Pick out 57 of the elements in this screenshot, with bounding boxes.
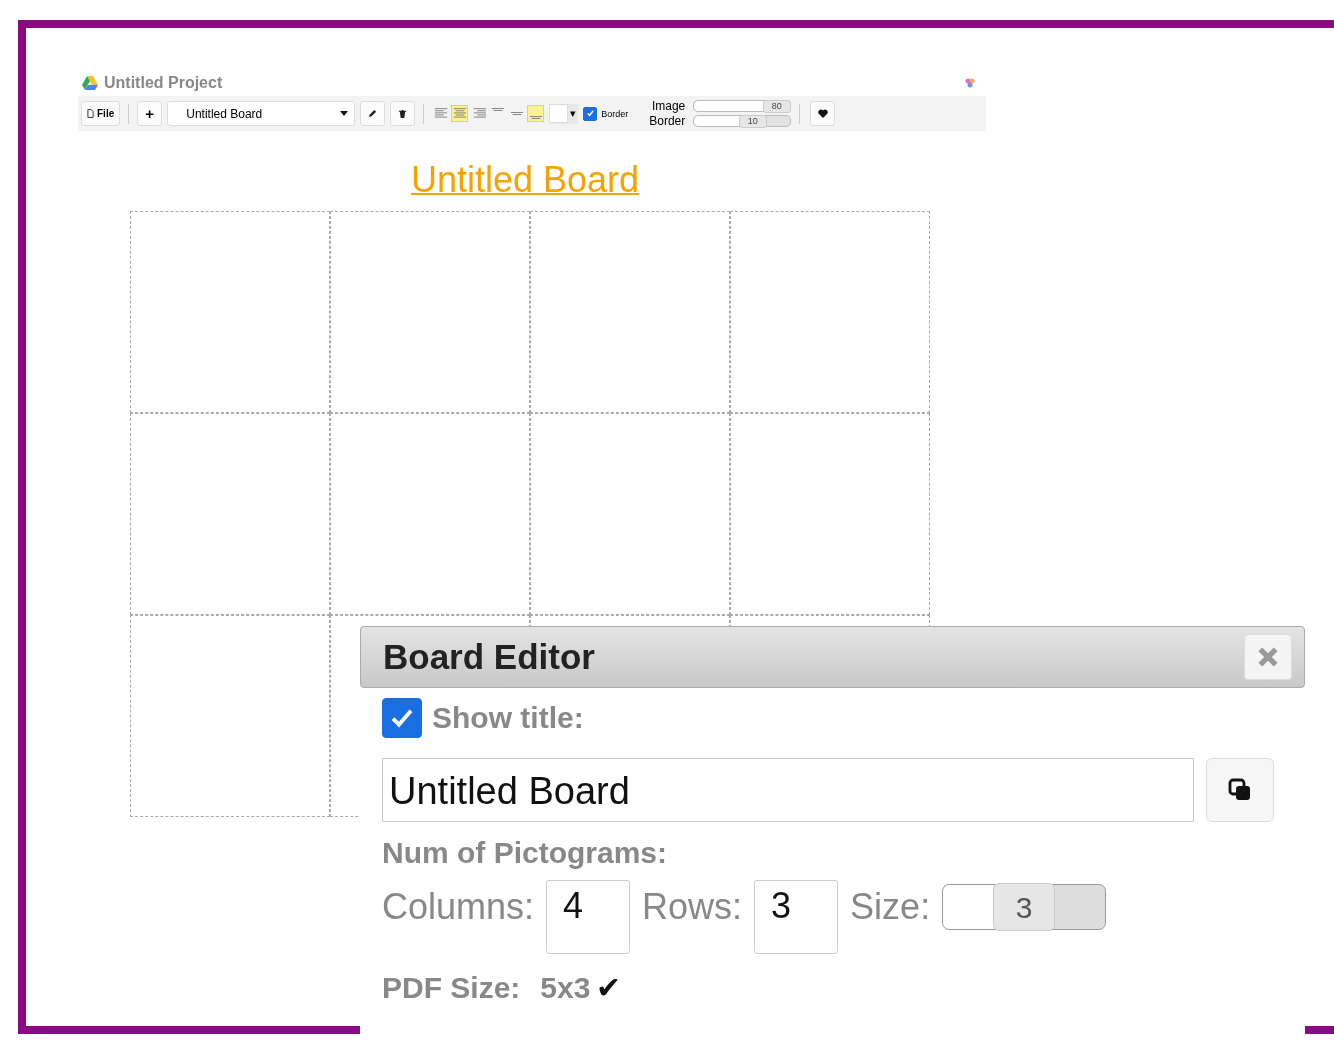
section-label: Num of Pictograms: xyxy=(382,836,669,870)
caret-icon xyxy=(340,111,349,116)
trash-icon xyxy=(398,109,408,118)
pdf-size-label: PDF Size: xyxy=(382,970,521,1005)
columns-field[interactable]: 4 xyxy=(546,880,631,954)
border-label: Border xyxy=(601,108,629,119)
pictogram-cell[interactable] xyxy=(130,413,330,615)
pdf-size-value: 5x3 xyxy=(540,970,591,1005)
align-icon xyxy=(528,116,543,119)
align-icon xyxy=(433,108,448,119)
check-mark: ✔ xyxy=(596,970,622,1005)
show-title-checkbox[interactable] xyxy=(382,698,422,738)
align-icon xyxy=(471,108,486,119)
heart-icon xyxy=(817,109,828,118)
project-title: Untitled Project xyxy=(104,74,223,92)
board-select[interactable]: Untitled Board xyxy=(167,101,356,126)
size-slider-thumb[interactable]: 3 xyxy=(993,883,1056,931)
rows-field[interactable]: 3 xyxy=(754,880,839,954)
align-icon xyxy=(509,112,524,115)
color-picker[interactable]: ▾ xyxy=(549,103,579,124)
valign-button[interactable] xyxy=(527,105,545,122)
favorite-button[interactable] xyxy=(810,101,836,126)
rows-label: Rows: xyxy=(642,886,743,928)
align-icon xyxy=(490,108,505,111)
pictogram-cell[interactable] xyxy=(330,413,530,615)
align-icon xyxy=(452,108,467,119)
slider-thumb[interactable]: 80 xyxy=(762,100,791,113)
slider-label: Border xyxy=(648,114,686,128)
pictogram-cell[interactable] xyxy=(730,413,930,615)
align-button[interactable] xyxy=(451,105,469,122)
slider-thumb[interactable]: 10 xyxy=(738,115,767,128)
pictogram-cell[interactable] xyxy=(530,413,730,615)
show-title-label: Show title: xyxy=(432,701,584,735)
columns-label: Columns: xyxy=(382,886,535,928)
copy-icon xyxy=(1228,778,1252,802)
title-field[interactable]: Untitled Board xyxy=(382,758,1194,822)
check-icon xyxy=(585,109,595,118)
file-icon xyxy=(87,109,94,118)
delete-button[interactable] xyxy=(390,101,416,126)
pictogram-cell[interactable] xyxy=(330,211,530,413)
slider-label: Image xyxy=(650,99,686,113)
pictogram-cell[interactable] xyxy=(730,211,930,413)
drive-icon xyxy=(82,76,98,90)
file-button[interactable]: File xyxy=(81,101,121,126)
dialog-title: Board Editor xyxy=(383,637,595,677)
edit-button[interactable] xyxy=(360,101,386,126)
close-button[interactable] xyxy=(1244,634,1292,680)
pictogram-cell[interactable] xyxy=(130,211,330,413)
copy-button[interactable] xyxy=(1206,758,1274,822)
add-button[interactable]: + xyxy=(137,101,163,126)
size-label: Size: xyxy=(850,886,931,928)
pictogram-cell[interactable] xyxy=(130,615,330,817)
close-icon xyxy=(1257,646,1279,668)
pencil-icon xyxy=(368,109,378,118)
pictogram-cell[interactable] xyxy=(530,211,730,413)
logo-icon xyxy=(964,77,976,89)
border-checkbox[interactable] xyxy=(583,106,598,121)
